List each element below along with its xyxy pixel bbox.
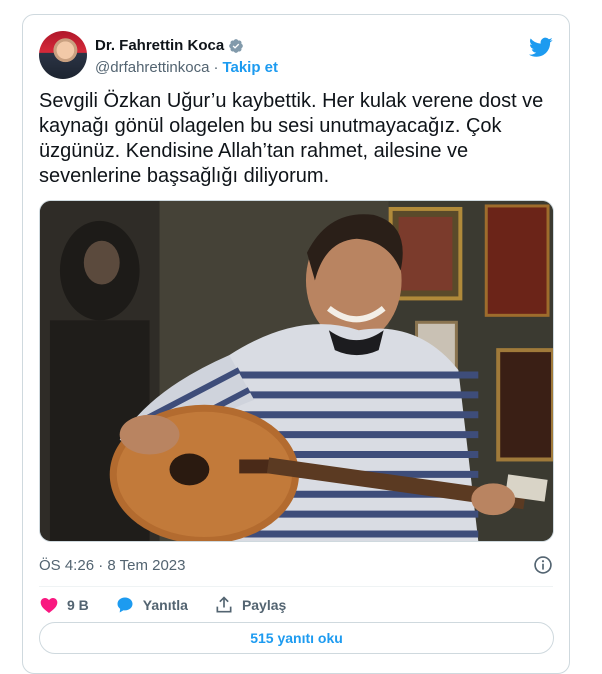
- photo-illustration: [40, 201, 553, 541]
- like-count: 9 B: [67, 597, 89, 613]
- share-label: Paylaş: [241, 597, 287, 613]
- reply-bubble-icon: [117, 597, 133, 613]
- reply-button[interactable]: Yanıtla: [115, 594, 188, 616]
- divider: [39, 586, 553, 587]
- twitter-bird-icon[interactable]: [529, 35, 553, 59]
- reply-label: Yanıtla: [142, 597, 188, 613]
- author-name[interactable]: Dr. Fahrettin Koca: [95, 37, 224, 54]
- follow-button[interactable]: Takip et: [222, 59, 278, 76]
- tweet-card: Dr. Fahrettin Koca @drfahrettinkoca · Ta…: [22, 14, 570, 674]
- info-icon[interactable]: [533, 555, 553, 575]
- tweet-photo[interactable]: [39, 200, 554, 542]
- tweet-timestamp[interactable]: ÖS 4:26 · 8 Tem 2023: [39, 557, 185, 574]
- verified-badge-icon: [229, 38, 244, 53]
- share-icon: [216, 596, 232, 613]
- tweet-actions: 9 B Yanıtla Paylaş: [39, 594, 312, 616]
- author-handle[interactable]: @drfahrettinkoca: [95, 59, 209, 76]
- author-name-row: Dr. Fahrettin Koca: [95, 37, 244, 54]
- like-button[interactable]: 9 B: [39, 594, 89, 616]
- read-replies-button[interactable]: 515 yanıtı oku: [39, 622, 554, 654]
- avatar[interactable]: [39, 31, 87, 79]
- separator-dot: ·: [213, 59, 219, 76]
- tweet-text: Sevgili Özkan Uğur’u kaybettik. Her kula…: [39, 90, 544, 187]
- share-button[interactable]: Paylaş: [214, 594, 286, 616]
- heart-icon: [40, 598, 58, 613]
- tweet-meta-row: ÖS 4:26 · 8 Tem 2023: [39, 555, 553, 575]
- author-handle-row: @drfahrettinkoca · Takip et: [95, 59, 278, 76]
